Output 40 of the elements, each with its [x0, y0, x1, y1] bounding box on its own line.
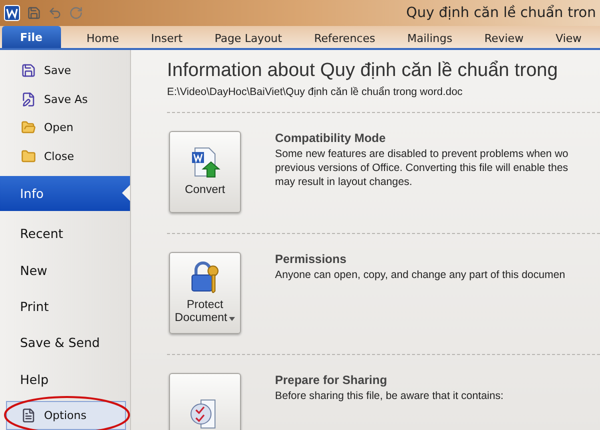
- document-icon: [21, 408, 36, 424]
- menu-item[interactable]: Save & Send: [0, 324, 130, 361]
- ribbon-tab[interactable]: Mailings: [391, 28, 468, 48]
- undo-icon[interactable]: [48, 6, 62, 20]
- menu-item[interactable]: Info: [0, 176, 130, 211]
- section-title: Prepare for Sharing: [275, 373, 388, 387]
- section-description: Some new features are disabled to prevent problems when wo: [275, 148, 568, 160]
- menu-item[interactable]: Help: [0, 360, 130, 398]
- menu-item[interactable]: New: [0, 252, 130, 288]
- menu-item[interactable]: Print: [0, 288, 130, 325]
- section-description: previous versions of Office. Converting this file will enable thes: [275, 162, 568, 174]
- action-button[interactable]: Protect Document: [169, 252, 241, 334]
- redo-icon[interactable]: [69, 6, 83, 20]
- section-title: Compatibility Mode: [275, 131, 387, 145]
- menu-item[interactable]: Recent: [0, 216, 130, 252]
- ribbon-tab[interactable]: View: [540, 28, 598, 48]
- ribbon-tab[interactable]: Review: [468, 28, 540, 48]
- window-title: Quy định căn lề chuẩn tron: [406, 5, 596, 21]
- ribbon-tab[interactable]: References: [298, 28, 392, 48]
- ribbon-tab[interactable]: Home: [70, 28, 135, 48]
- open-folder-icon: [21, 120, 36, 136]
- folder-icon: [21, 149, 36, 164]
- word-logo-icon: [4, 5, 20, 21]
- ribbon-tab[interactable]: Insert: [135, 28, 199, 48]
- padlock-key-icon: [189, 260, 221, 293]
- menu-item[interactable]: Save: [0, 56, 130, 85]
- info-heading: Information about Quy định căn lề chuẩn trong: [167, 60, 559, 82]
- section-description: Anyone can open, copy, and change any part of this documen: [275, 269, 566, 281]
- file-path: E:\Video\DayHoc\BaiViet\Quy định căn lề chuẩn trong word.doc: [167, 86, 464, 98]
- menu-item[interactable]: Open: [0, 114, 130, 142]
- section-title: Permissions: [275, 252, 348, 266]
- ribbon-tab[interactable]: Page Layout: [198, 28, 298, 48]
- save-icon[interactable]: [27, 6, 41, 20]
- menu-item[interactable]: Save As: [0, 84, 130, 114]
- document-upgrade-icon: [189, 146, 221, 178]
- action-button[interactable]: Convert: [169, 131, 241, 213]
- section-description: may result in layout changes.: [275, 176, 414, 188]
- section-description: Before sharing this file, be aware that it contains:: [275, 390, 504, 402]
- menu-item[interactable]: Close: [0, 142, 130, 172]
- ribbon-tab[interactable]: File: [2, 26, 61, 48]
